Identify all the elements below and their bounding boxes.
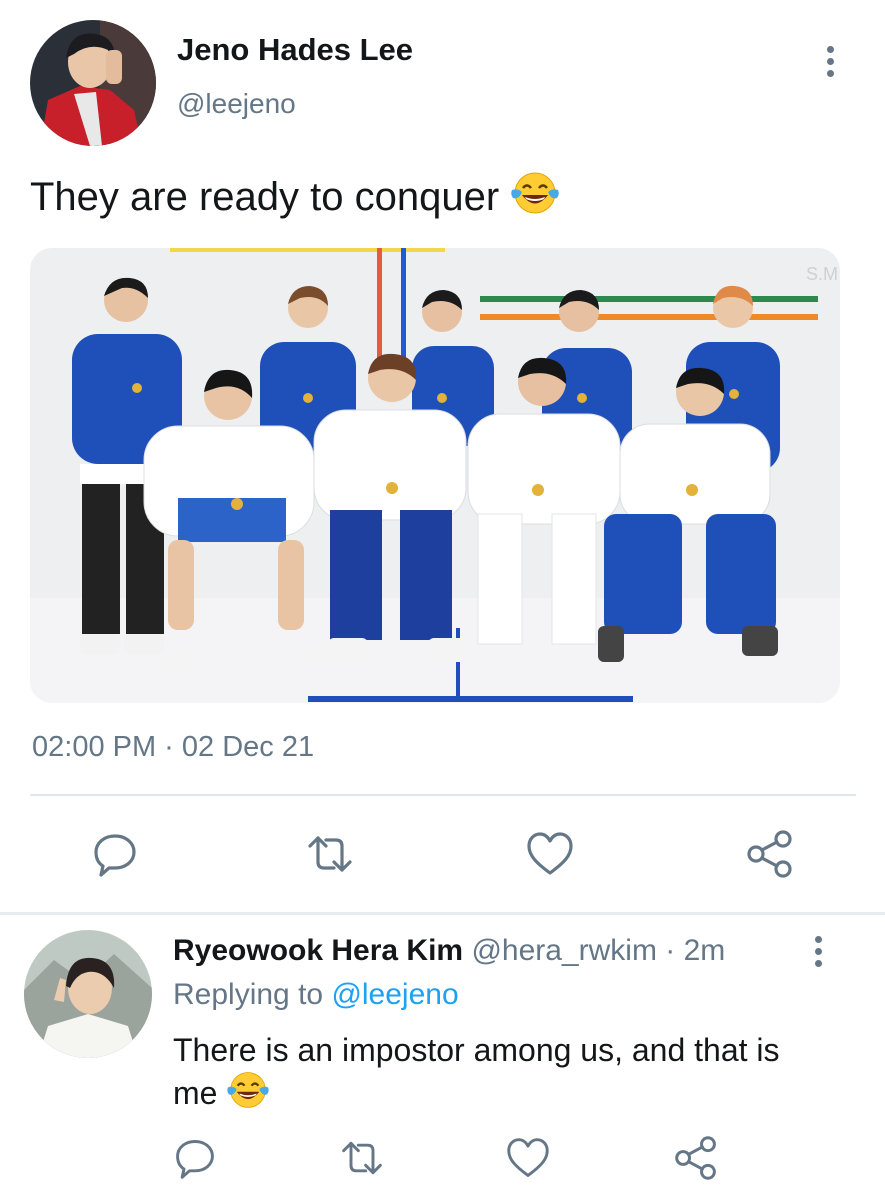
retweet-icon <box>308 836 352 872</box>
tweet-timestamp: 02:00 PM · 02 Dec 21 <box>32 731 315 763</box>
reply-share-button[interactable] <box>668 1130 724 1186</box>
share-button[interactable] <box>742 826 798 882</box>
divider <box>30 794 856 796</box>
author-name[interactable]: Jeno Hades Lee <box>177 32 413 68</box>
more-options-icon[interactable] <box>824 46 836 82</box>
reply-icon <box>176 1140 214 1179</box>
reply-text-line2: me <box>173 1075 218 1111</box>
like-icon <box>527 832 573 875</box>
author-avatar[interactable] <box>30 20 156 146</box>
section-divider <box>0 912 885 915</box>
reply-header: Ryeowook Hera Kim @hera_rwkim · 2m <box>173 934 725 968</box>
tweet-photo[interactable]: S.M <box>30 248 840 703</box>
replying-to-handle[interactable]: @leejeno <box>331 978 458 1011</box>
reply-like-button[interactable] <box>500 1130 556 1186</box>
replying-to-label: Replying to <box>173 978 324 1011</box>
tweet-text: They are ready to conquer <box>30 170 560 220</box>
reply-time: · 2m <box>665 934 726 967</box>
group-photo-image: S.M <box>30 248 840 703</box>
reply-retweet-button[interactable] <box>334 1130 390 1186</box>
reply-icon <box>94 834 136 877</box>
reply-text: There is an impostor among us, and that … <box>173 1030 780 1113</box>
replying-to: Replying to @leejeno <box>173 978 459 1012</box>
reply-avatar-image <box>24 930 152 1058</box>
retweet-button[interactable] <box>302 826 358 882</box>
reply-author-name[interactable]: Ryeowook Hera Kim <box>173 934 463 967</box>
share-icon <box>747 830 792 878</box>
like-button[interactable] <box>522 826 578 882</box>
share-icon <box>675 1136 716 1180</box>
author-handle[interactable]: @leejeno <box>177 88 296 120</box>
reply-reply-button[interactable] <box>167 1130 223 1186</box>
reply-more-options-icon[interactable] <box>812 936 824 972</box>
retweet-icon <box>342 1141 382 1175</box>
reply-author-handle[interactable]: @hera_rwkim <box>471 934 657 967</box>
tears-of-joy-emoji-icon <box>511 172 560 214</box>
reply-button[interactable] <box>87 826 143 882</box>
reply-author-avatar[interactable] <box>24 930 152 1058</box>
reply-text-line1: There is an impostor among us, and that … <box>173 1032 780 1068</box>
avatar-image <box>30 20 156 146</box>
photo-watermark: S.M <box>806 264 838 284</box>
reply-tears-of-joy-emoji-icon <box>227 1072 270 1108</box>
tweet-text-content: They are ready to conquer <box>30 175 500 219</box>
like-icon <box>507 1138 549 1177</box>
